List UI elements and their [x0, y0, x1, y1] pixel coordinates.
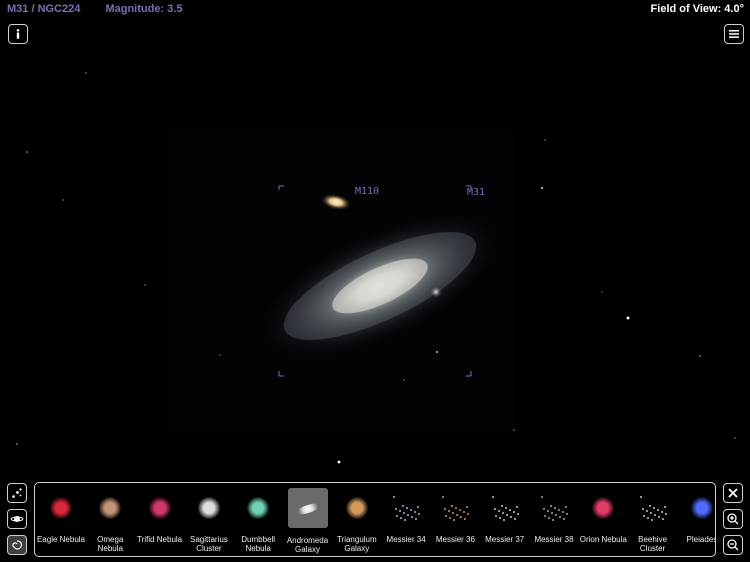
- tray-item-label: Messier 38: [534, 535, 574, 544]
- galaxy-icon: [12, 540, 23, 550]
- object-tray[interactable]: Eagle Nebula Omega Nebula Trifid Nebula Sag…: [34, 482, 716, 557]
- field-of-view: Field of View: 4.0°: [650, 3, 744, 15]
- tray-item[interactable]: Triangulum Galaxy: [332, 489, 382, 553]
- info-icon: [16, 29, 20, 39]
- tray-item-label: Messier 34: [386, 535, 426, 544]
- tray-item-label: Triangulum Galaxy: [336, 535, 377, 553]
- close-button[interactable]: [723, 483, 743, 503]
- tray-item-label: Sagittarius Cluster: [189, 535, 228, 553]
- info-button[interactable]: [8, 24, 28, 44]
- object-thumbnail: [535, 489, 573, 527]
- object-thumbnail: [486, 489, 524, 527]
- tray-item[interactable]: Andromeda Galaxy: [283, 488, 333, 554]
- tray-item[interactable]: Messier 36: [430, 489, 480, 544]
- object-thumbnail: [287, 488, 328, 528]
- object-thumbnail: [91, 489, 129, 527]
- object-thumbnail: [634, 489, 672, 527]
- object-thumbnail: [42, 489, 80, 527]
- tray-item-label: Trifid Nebula: [137, 535, 183, 544]
- tray-item[interactable]: Eagle Nebula: [36, 489, 86, 544]
- star-cluster-icon: [12, 488, 22, 498]
- tray-item-label: Pleiades: [686, 535, 716, 544]
- clusters-filter-button[interactable]: [7, 483, 27, 503]
- tray-item[interactable]: Messier 37: [480, 489, 530, 544]
- object-thumbnail: [436, 489, 474, 527]
- tray-item[interactable]: Beehive Cluster: [628, 489, 678, 553]
- object-thumbnail: [141, 489, 179, 527]
- tray-item[interactable]: Messier 34: [381, 489, 431, 544]
- tray-item-label: Dumbbell Nebula: [241, 535, 276, 553]
- tray-item-label: Omega Nebula: [97, 535, 124, 553]
- m110-label: M110: [355, 186, 380, 197]
- tray-item[interactable]: Trifid Nebula: [135, 489, 185, 544]
- header-left: M31 / NGC224 Magnitude: 3.5: [7, 3, 204, 15]
- tray-item[interactable]: Pleiades: [677, 489, 716, 544]
- object-thumbnail: [387, 489, 425, 527]
- object-thumbnail: [338, 489, 376, 527]
- zoom-out-button[interactable]: [723, 535, 743, 555]
- tray-item[interactable]: Omega Nebula: [85, 489, 135, 553]
- m31-label: M31: [467, 187, 486, 198]
- tray-item[interactable]: Sagittarius Cluster: [184, 489, 234, 553]
- tray-item-label: Messier 37: [485, 535, 525, 544]
- tray-item[interactable]: Messier 38: [529, 489, 579, 544]
- sky-view[interactable]: [0, 0, 750, 562]
- zoom-out-icon: [727, 539, 739, 551]
- zoom-in-button[interactable]: [723, 509, 743, 529]
- tray-item-label: Andromeda Galaxy: [286, 536, 329, 554]
- galaxies-filter-button[interactable]: [7, 535, 27, 555]
- tray-item[interactable]: Dumbbell Nebula: [233, 489, 283, 553]
- tray-item[interactable]: Orion Nebula: [578, 489, 628, 544]
- planet-icon: [10, 516, 24, 522]
- tray-item-label: Messier 36: [435, 535, 475, 544]
- menu-button[interactable]: [724, 24, 744, 44]
- object-id: M31 / NGC224: [7, 3, 81, 15]
- object-thumbnail: [239, 489, 277, 527]
- object-magnitude: Magnitude: 3.5: [105, 3, 183, 15]
- list-menu-icon: [729, 30, 739, 38]
- object-thumbnail: [683, 489, 715, 527]
- object-thumbnail: [584, 489, 622, 527]
- close-icon: [728, 488, 738, 498]
- zoom-in-icon: [727, 513, 739, 525]
- tray-item-label: Orion Nebula: [579, 535, 627, 544]
- tray-item-label: Eagle Nebula: [36, 535, 86, 544]
- planets-filter-button[interactable]: [7, 509, 27, 529]
- tray-item-label: Beehive Cluster: [638, 535, 668, 553]
- object-thumbnail: [190, 489, 228, 527]
